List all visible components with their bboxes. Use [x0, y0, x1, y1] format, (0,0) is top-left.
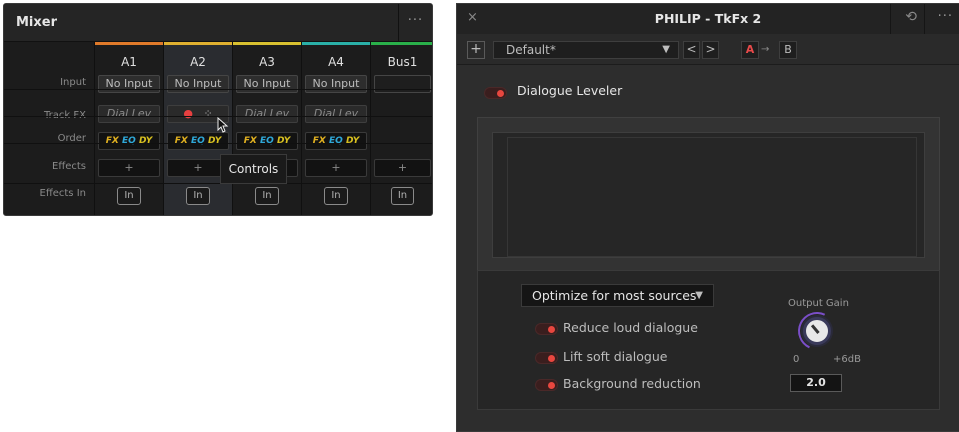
channel-color-bar	[302, 42, 370, 45]
add-effect-button[interactable]: +	[305, 159, 367, 177]
add-preset-button[interactable]: +	[467, 41, 485, 59]
channel-color-bar	[95, 42, 163, 45]
preset-dropdown[interactable]: Default* ▼	[493, 41, 679, 59]
effects-in-button[interactable]: In	[117, 187, 141, 205]
effects-order[interactable]: FX EQ DY	[167, 132, 229, 150]
order-dy: DY	[276, 136, 291, 146]
order-dy: DY	[345, 136, 360, 146]
effects-in-button[interactable]: In	[255, 187, 279, 205]
preset-name: Default*	[506, 43, 556, 57]
channel-a1: A1 No Input Dial Lev FX EQ DY + In	[94, 42, 163, 215]
effects-order[interactable]: FX EQ DY	[305, 132, 367, 150]
channel-input[interactable]: No Input	[98, 75, 160, 93]
channel-a3: A3 No Input Dial Lev FX EQ DY + In	[232, 42, 301, 215]
chevron-down-icon: ▼	[695, 290, 703, 301]
fx-bypass-dot-icon[interactable]: ●	[183, 107, 193, 120]
order-eq: EQ	[190, 136, 205, 146]
copy-a-to-b-arrow-icon[interactable]: →	[761, 44, 769, 55]
row-divider	[4, 89, 432, 90]
channel-bus1: Bus1 + In	[370, 42, 432, 215]
previous-preset-button[interactable]: <	[683, 41, 700, 59]
title-divider	[924, 4, 925, 34]
level-display-graph	[507, 137, 917, 257]
add-effect-button[interactable]: +	[98, 159, 160, 177]
order-eq: EQ	[259, 136, 274, 146]
fx-controls-icon[interactable]: ⁘	[203, 107, 212, 120]
mouse-cursor-icon	[217, 117, 229, 133]
plugin-title-bar: × PHILIP - TkFx 2 ⟲ ···	[457, 4, 959, 34]
channel-color-bar	[164, 42, 232, 45]
mixer-row-labels: Input Track FX Order Effects Effects In	[4, 42, 94, 215]
output-gain-knob[interactable]	[803, 317, 831, 345]
plugin-window: × PHILIP - TkFx 2 ⟲ ··· + Default* ▼ < >…	[456, 3, 959, 432]
order-eq: EQ	[121, 136, 136, 146]
knob-pointer	[810, 324, 820, 334]
channel-name: A4	[328, 55, 344, 69]
controls-section: Optimize for most sources ▼ Reduce loud …	[477, 270, 940, 410]
track-fx-slot[interactable]: Dial Lev	[236, 105, 298, 123]
order-fx: FX	[174, 136, 188, 146]
lift-soft-label: Lift soft dialogue	[563, 349, 668, 364]
plugin-title: PHILIP - TkFx 2	[654, 11, 762, 26]
row-label-effects: Effects	[52, 161, 86, 172]
channel-input[interactable]: No Input	[236, 75, 298, 93]
mixer-title: Mixer	[16, 15, 58, 30]
history-icon[interactable]: ⟲	[905, 9, 917, 25]
mode-value: Optimize for most sources	[532, 288, 697, 303]
mode-dropdown[interactable]: Optimize for most sources ▼	[521, 284, 714, 307]
channel-name: Bus1	[387, 55, 418, 69]
track-fx-slot[interactable]: Dial Lev	[305, 105, 367, 123]
track-fx-slot[interactable]: Dial Lev	[98, 105, 160, 123]
output-gain-value-field[interactable]: 2.0	[790, 374, 842, 392]
reduce-loud-label: Reduce loud dialogue	[563, 320, 698, 335]
order-fx: FX	[105, 136, 119, 146]
effects-in-button[interactable]: In	[391, 187, 414, 205]
channel-input[interactable]	[374, 75, 431, 93]
effects-order[interactable]: FX EQ DY	[98, 132, 160, 150]
plugin-toolbar: + Default* ▼ < > A → B	[457, 34, 959, 65]
channel-input[interactable]: No Input	[305, 75, 367, 93]
level-display-area	[492, 132, 925, 258]
order-dy: DY	[207, 136, 222, 146]
chevron-down-icon: ▼	[662, 44, 670, 55]
order-dy: DY	[138, 136, 153, 146]
more-options-button[interactable]: ···	[938, 9, 953, 24]
mixer-header: Mixer ···	[4, 4, 432, 42]
reduce-loud-toggle[interactable]	[535, 323, 558, 335]
controls-tooltip: Controls	[220, 154, 287, 184]
title-divider	[890, 4, 891, 34]
output-gain-label: Output Gain	[788, 298, 849, 309]
row-label-effects-in: Effects In	[39, 188, 86, 199]
gain-max-label: +6dB	[833, 354, 861, 365]
effects-in-button[interactable]: In	[324, 187, 348, 205]
row-label-input: Input	[60, 77, 86, 88]
channel-name: A1	[121, 55, 137, 69]
order-eq: EQ	[328, 136, 343, 146]
effects-in-button[interactable]: In	[186, 187, 210, 205]
background-reduction-label: Background reduction	[563, 376, 701, 391]
channel-input[interactable]: No Input	[167, 75, 229, 93]
level-display	[477, 117, 940, 271]
background-reduction-toggle[interactable]	[535, 379, 558, 391]
effect-name: Dialogue Leveler	[517, 83, 623, 98]
row-divider	[4, 143, 432, 144]
mixer-panel: Mixer ··· Input Track FX Order Effects E…	[3, 3, 433, 216]
gain-min-label: 0	[793, 354, 800, 365]
next-preset-button[interactable]: >	[702, 41, 719, 59]
channel-color-bar	[233, 42, 301, 45]
compare-a-button[interactable]: A	[741, 41, 759, 59]
compare-b-button[interactable]: B	[779, 41, 797, 59]
order-fx: FX	[312, 136, 326, 146]
row-divider	[4, 183, 432, 184]
channel-name: A3	[259, 55, 275, 69]
lift-soft-toggle[interactable]	[535, 352, 558, 364]
mixer-more-button[interactable]: ···	[398, 4, 432, 42]
channel-name: A2	[190, 55, 206, 69]
effects-order[interactable]: FX EQ DY	[236, 132, 298, 150]
dialogue-leveler-toggle[interactable]	[484, 87, 507, 99]
order-fx: FX	[243, 136, 257, 146]
add-effect-button[interactable]: +	[374, 159, 431, 177]
channel-color-bar	[371, 42, 432, 45]
channel-a4: A4 No Input Dial Lev FX EQ DY + In	[301, 42, 370, 215]
